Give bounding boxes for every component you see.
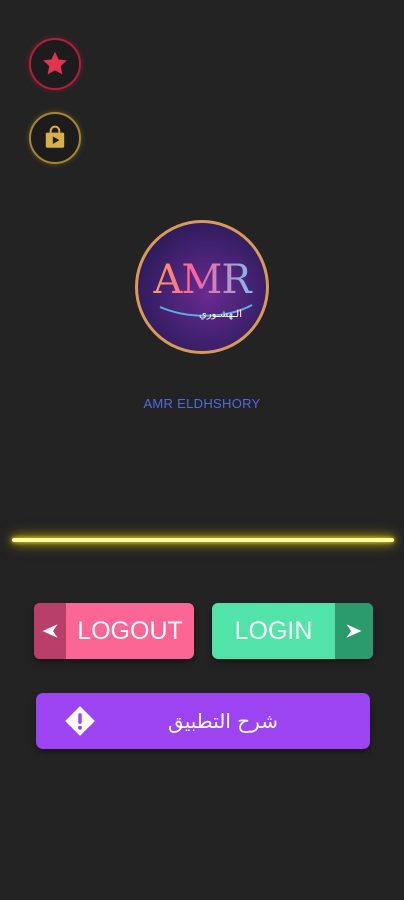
logout-label: LOGOUT (77, 616, 183, 645)
star-icon (43, 51, 67, 75)
logo-swoosh (159, 304, 253, 317)
warning-diamond-icon (65, 706, 95, 736)
logout-cap (34, 603, 66, 659)
login-cap (335, 603, 373, 659)
store-button[interactable] (29, 112, 81, 164)
login-label: LOGIN (234, 616, 313, 645)
app-name: AMR ELDHSHORY (143, 396, 261, 411)
logout-button[interactable]: LOGOUT (34, 603, 194, 659)
logo-subtext: الـهشـوري (198, 309, 242, 320)
favorite-button[interactable] (29, 38, 81, 90)
send-arrow-left-icon (42, 624, 58, 638)
neon-divider (12, 538, 394, 542)
play-store-bag-icon (45, 125, 65, 148)
app-guide-label: شرح التطبيق (168, 709, 278, 733)
login-button[interactable]: LOGIN (212, 603, 373, 659)
app-guide-button[interactable]: شرح التطبيق (36, 693, 370, 749)
send-arrow-right-icon (346, 624, 362, 638)
app-logo: AMR الـهشـوري (135, 220, 269, 354)
